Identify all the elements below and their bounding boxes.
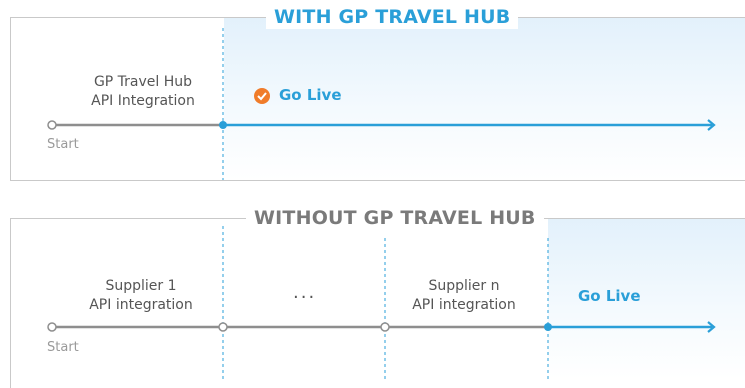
with-start-label: Start — [47, 137, 79, 152]
with-integration-label: GP Travel Hub API Integration — [78, 73, 208, 111]
without-ellipsis: ... — [293, 282, 317, 303]
without-go-live-label: Go Live — [578, 287, 641, 305]
without-suppliern-label: Supplier n API integration — [404, 277, 524, 315]
without-suppliern-node — [380, 322, 390, 332]
with-panel-title: WITH GP TRAVEL HUB — [266, 5, 519, 29]
without-panel-title: WITHOUT GP TRAVEL HUB — [246, 206, 544, 230]
without-start-node — [47, 322, 57, 332]
check-icon — [254, 88, 270, 104]
without-start-label: Start — [47, 340, 79, 355]
with-start-node — [47, 120, 57, 130]
without-suppliern-label-line1: Supplier n — [428, 278, 500, 294]
with-go-live-label: Go Live — [279, 86, 342, 104]
with-integration-label-line1: GP Travel Hub — [93, 74, 193, 90]
without-supplier1-label-line2: API integration — [89, 297, 193, 313]
without-supplier1-label: Supplier 1 API integration — [76, 277, 206, 315]
without-suppliern-label-line2: API integration — [412, 297, 516, 313]
without-live-node — [544, 323, 552, 331]
with-integration-label-line2: API Integration — [91, 93, 195, 109]
without-supplier1-label-line1: Supplier 1 — [105, 278, 177, 294]
with-integration-node — [219, 121, 227, 129]
timeline-graphics — [47, 28, 716, 379]
without-supplier1-node — [218, 322, 228, 332]
